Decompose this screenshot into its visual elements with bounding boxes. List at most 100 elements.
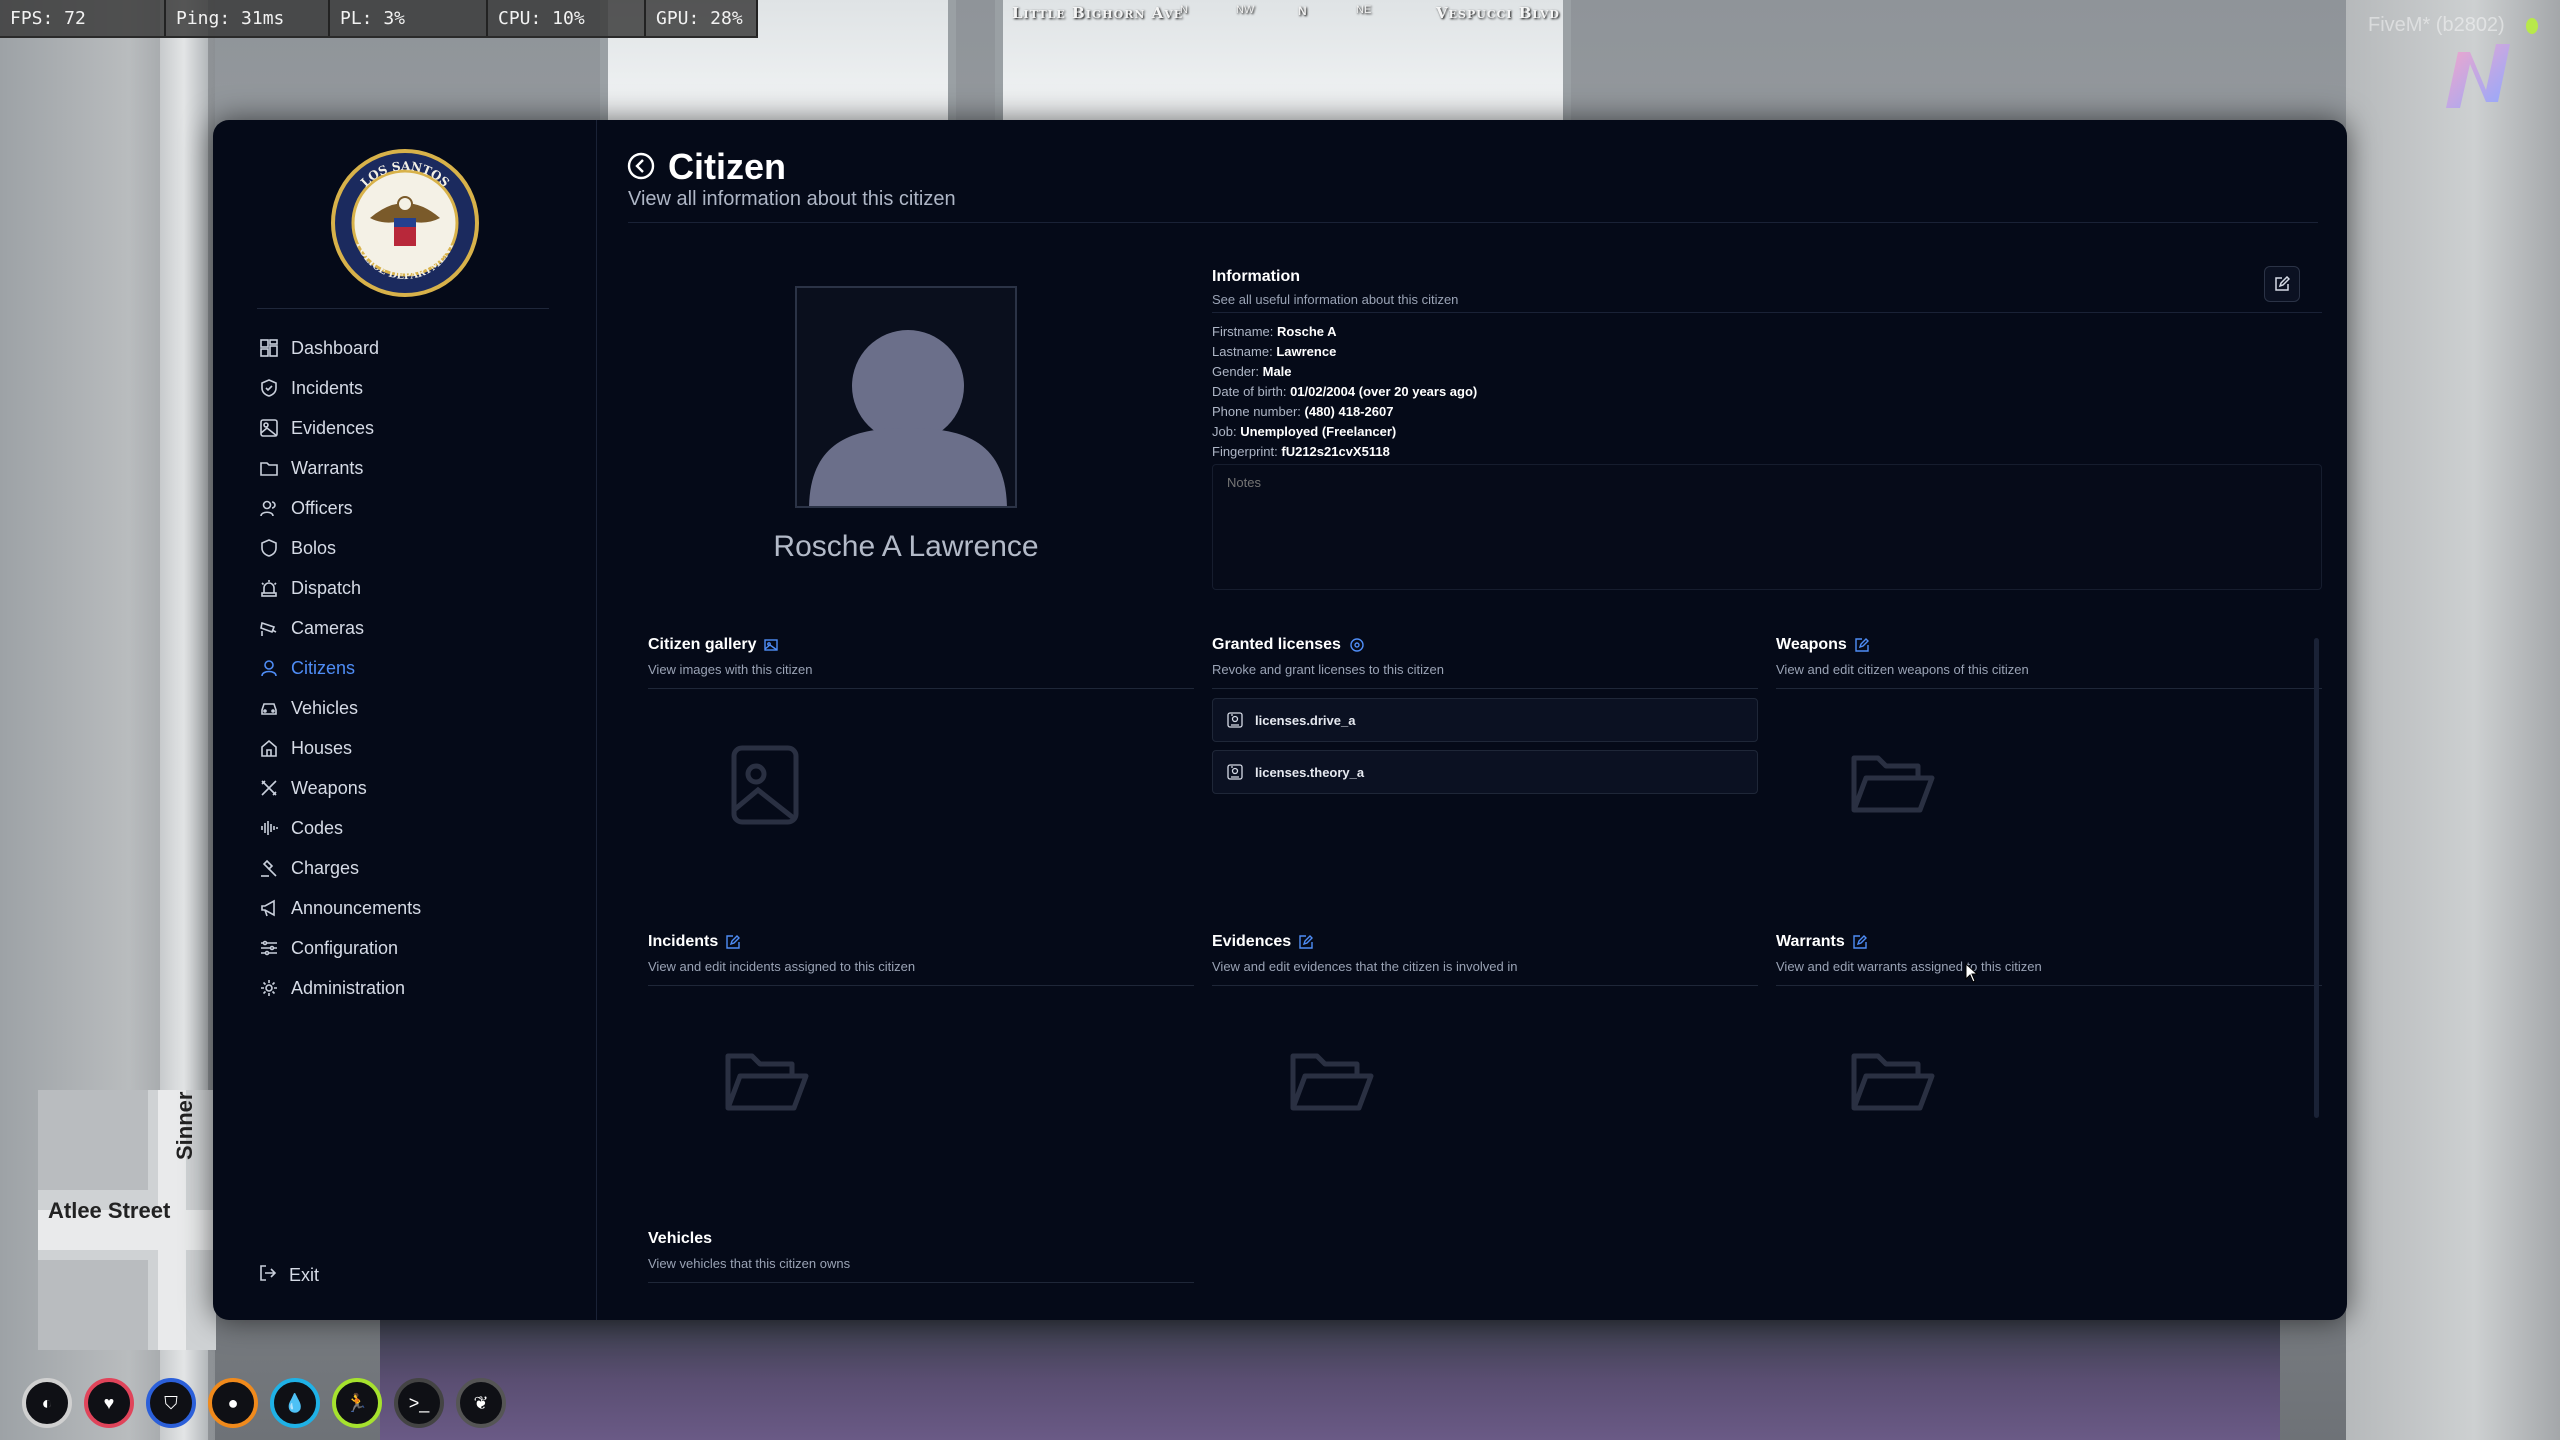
- minimap-street-label: Atlee Street: [48, 1198, 171, 1223]
- sidebar-item-evidences[interactable]: Evidences: [259, 408, 421, 448]
- sidebar-item-label: Incidents: [291, 377, 364, 398]
- sidebar: LOS SANTOS POLICE DEPARTMENT Dashboard I…: [213, 120, 597, 1320]
- fivem-logo-icon: [2446, 44, 2510, 108]
- sidebar-item-configuration[interactable]: Configuration: [259, 928, 421, 968]
- image-placeholder-icon: [731, 745, 799, 825]
- sidebar-item-label: Weapons: [291, 777, 367, 798]
- sidebar-item-label: Citizens: [291, 657, 356, 678]
- stamina-icon: 🏃: [332, 1378, 382, 1428]
- sidebar-item-charges[interactable]: Charges: [259, 848, 421, 888]
- leaf-icon: ❦: [456, 1378, 506, 1428]
- sidebar-item-label: Cameras: [291, 617, 365, 638]
- sidebar-item-label: Administration: [291, 977, 406, 998]
- sidebar-item-label: Codes: [291, 817, 344, 838]
- section-divider: [648, 1282, 1194, 1283]
- sidebar-nav: Dashboard Incidents Evidences Warrants O…: [259, 328, 421, 1008]
- siren-icon: [259, 578, 279, 598]
- information-divider: [1212, 312, 2322, 313]
- image-icon: [259, 418, 279, 438]
- citizen-full-name: Rosche A Lawrence: [773, 530, 1039, 563]
- sidebar-item-weapons[interactable]: Weapons: [259, 768, 421, 808]
- audio-lines-icon: [259, 818, 279, 838]
- compass-heading: NE: [1356, 4, 1372, 16]
- info-row-job: Job: Unemployed (Freelancer): [1212, 424, 1397, 439]
- sidebar-item-label: Dashboard: [291, 337, 380, 358]
- sidebar-item-warrants[interactable]: Warrants: [259, 448, 421, 488]
- sidebar-item-label: Evidences: [291, 417, 375, 438]
- weapons-section-title: Weapons: [1776, 636, 1869, 654]
- back-arrow-icon[interactable]: [627, 152, 655, 180]
- sidebar-item-label: Configuration: [291, 937, 399, 958]
- evidences-section-subtitle: View and edit evidences that the citizen…: [1212, 959, 1518, 974]
- sidebar-item-label: Officers: [291, 497, 353, 518]
- content-scrollbar[interactable]: [2314, 638, 2319, 1118]
- sidebar-item-label: Vehicles: [291, 697, 359, 718]
- warrants-section-title: Warrants: [1776, 933, 1867, 951]
- section-divider: [648, 985, 1194, 986]
- compass-heading: N: [1298, 4, 1307, 18]
- header-divider: [628, 222, 2318, 223]
- info-row-dob: Date of birth: 01/02/2004 (over 20 years…: [1212, 384, 1478, 399]
- logout-icon: [259, 1264, 277, 1287]
- sidebar-item-label: Announcements: [291, 897, 422, 918]
- sidebar-item-vehicles[interactable]: Vehicles: [259, 688, 421, 728]
- exit-button[interactable]: Exit: [259, 1264, 319, 1287]
- sidebar-item-announcements[interactable]: Announcements: [259, 888, 421, 928]
- vehicles-section-title: Vehicles: [648, 1230, 713, 1247]
- voice-icon: ◐: [22, 1378, 72, 1428]
- heart-icon: ♥: [84, 1378, 134, 1428]
- terminal-icon: >_: [394, 1378, 444, 1428]
- sidebar-item-dispatch[interactable]: Dispatch: [259, 568, 421, 608]
- license-item[interactable]: licenses.drive_a: [1212, 698, 1758, 742]
- information-fields: Firstname: Rosche A Lastname: Lawrence G…: [1212, 322, 1477, 462]
- user-silhouette-icon: [809, 330, 1007, 506]
- licenses-settings-icon[interactable]: [1349, 637, 1365, 653]
- status-dot-icon: [2526, 18, 2538, 34]
- ping-readout: Ping: 31ms: [166, 0, 330, 36]
- sidebar-item-dashboard[interactable]: Dashboard: [259, 328, 421, 368]
- compass-heading: NW: [1236, 4, 1255, 16]
- game-background-right-wall: [2346, 0, 2560, 1440]
- page-title: Citizen: [668, 146, 787, 187]
- page-subtitle: View all information about this citizen: [628, 188, 956, 210]
- sidebar-item-houses[interactable]: Houses: [259, 728, 421, 768]
- packet-loss-readout: PL: 3%: [330, 0, 488, 36]
- cpu-readout: CPU: 10%: [488, 0, 646, 36]
- licenses-section-subtitle: Revoke and grant licenses to this citize…: [1212, 662, 1444, 677]
- info-row-firstname: Firstname: Rosche A: [1212, 324, 1337, 339]
- sidebar-item-administration[interactable]: Administration: [259, 968, 421, 1008]
- sidebar-item-label: Houses: [291, 737, 353, 758]
- sidebar-item-bolos[interactable]: Bolos: [259, 528, 421, 568]
- sidebar-item-label: Warrants: [291, 457, 364, 478]
- licenses-section-title: Granted licenses: [1212, 636, 1365, 654]
- sidebar-item-cameras[interactable]: Cameras: [259, 608, 421, 648]
- gavel-icon: [259, 858, 279, 878]
- folder-open-placeholder-icon: [1851, 755, 1935, 813]
- incidents-section-subtitle: View and edit incidents assigned to this…: [648, 959, 916, 974]
- info-row-fingerprint: Fingerprint: fU212s21cvX5118: [1212, 444, 1390, 459]
- folder-open-placeholder-icon: [1851, 1053, 1935, 1111]
- edit-information-button[interactable]: [2264, 266, 2300, 302]
- vehicles-section-subtitle: View vehicles that this citizen owns: [648, 1256, 851, 1271]
- food-icon: ●: [208, 1378, 258, 1428]
- sidebar-item-citizens[interactable]: Citizens: [259, 648, 421, 688]
- cctv-icon: [259, 618, 279, 638]
- shield-icon: [259, 378, 279, 398]
- section-divider: [648, 688, 1194, 689]
- incidents-edit-icon[interactable]: [726, 935, 741, 949]
- sidebar-item-codes[interactable]: Codes: [259, 808, 421, 848]
- compass-heading: N: [1180, 4, 1188, 16]
- notes-textarea[interactable]: [1212, 464, 2322, 590]
- sidebar-item-officers[interactable]: Officers: [259, 488, 421, 528]
- exit-label: Exit: [289, 1265, 320, 1285]
- gallery-add-icon[interactable]: [764, 638, 780, 652]
- warrants-edit-icon[interactable]: [1853, 935, 1867, 949]
- license-item[interactable]: licenses.theory_a: [1212, 750, 1758, 794]
- evidences-edit-icon[interactable]: [1299, 935, 1314, 949]
- sidebar-item-incidents[interactable]: Incidents: [259, 368, 421, 408]
- street-name-right: Vespucci Blvd: [1436, 4, 1560, 22]
- car-icon: [259, 698, 279, 718]
- weapons-edit-icon[interactable]: [1855, 638, 1869, 652]
- license-certificate-icon: [1227, 712, 1243, 728]
- citizen-avatar[interactable]: [795, 286, 1017, 508]
